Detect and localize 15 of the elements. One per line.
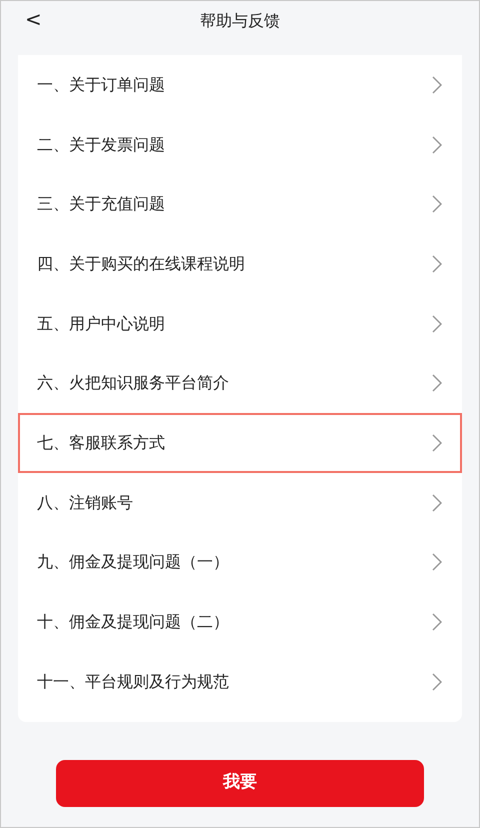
chevron-right-icon [432,613,442,632]
chevron-right-icon [432,76,442,94]
feedback-button[interactable]: 我要 [56,760,424,807]
back-button[interactable]: < [21,7,46,31]
page-title: 帮助与反馈 [200,10,280,32]
chevron-right-icon [432,434,442,452]
chevron-right-icon [432,136,442,154]
chevron-right-icon [432,195,442,214]
chevron-right-icon [432,494,442,512]
chevron-right-icon [432,314,442,333]
chevron-right-icon [432,254,442,273]
list-item[interactable]: 七、客服联系方式 [18,413,462,473]
chevron-right-icon [432,553,442,572]
chevron-right-icon [432,672,442,691]
chevron-right-icon [432,374,442,392]
